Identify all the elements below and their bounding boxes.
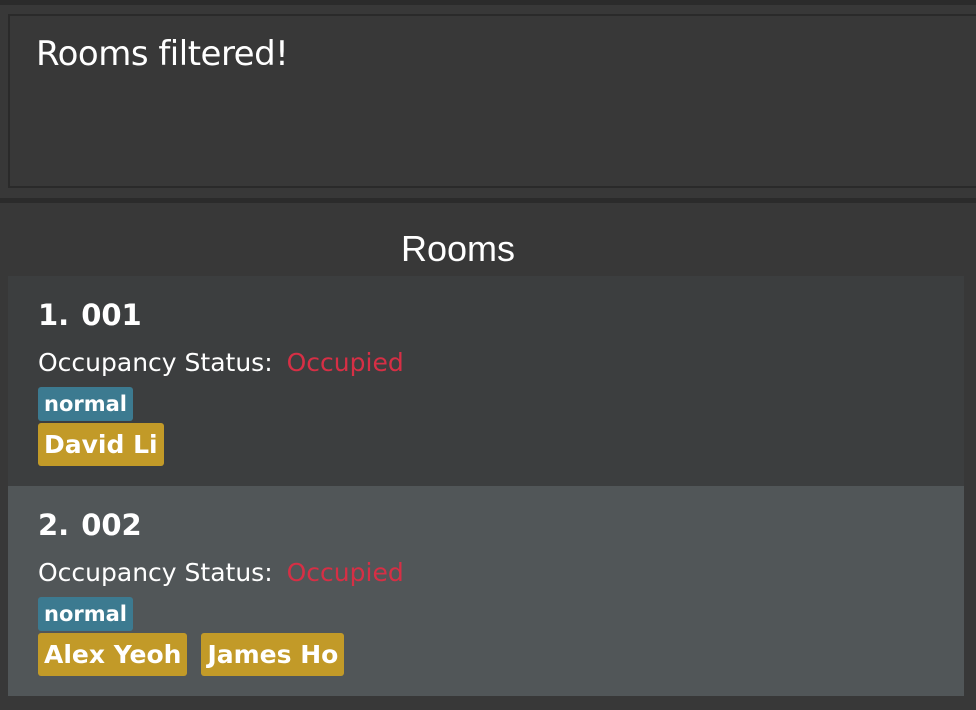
room-title: 2. 002 bbox=[38, 508, 142, 542]
room-number: 002 bbox=[81, 508, 142, 542]
guest-tag: Alex Yeoh bbox=[38, 633, 188, 676]
room-index: 1. bbox=[38, 298, 70, 332]
room-card-selected[interactable]: 2. 002 Occupancy Status: Occupied normal A… bbox=[8, 486, 964, 696]
top-divider bbox=[0, 0, 976, 5]
occupancy-status-label: Occupancy Status: bbox=[38, 558, 273, 587]
result-message: Rooms filtered! bbox=[36, 34, 289, 74]
panel-divider[interactable] bbox=[0, 198, 976, 203]
guest-tag: James Ho bbox=[201, 633, 345, 676]
guest-tags: Alex Yeoh James Ho bbox=[38, 633, 345, 676]
guest-tag: David Li bbox=[38, 423, 164, 466]
occupancy-status: Occupancy Status: Occupied bbox=[38, 558, 404, 587]
result-display: Rooms filtered! bbox=[8, 14, 976, 188]
room-index: 2. bbox=[38, 508, 70, 542]
rooms-panel-title: Rooms bbox=[400, 228, 516, 269]
room-type-tag: normal bbox=[38, 597, 133, 631]
occupancy-status-value: Occupied bbox=[286, 348, 404, 377]
room-card[interactable]: 1. 001 Occupancy Status: Occupied normal D… bbox=[8, 276, 964, 486]
occupancy-status-label: Occupancy Status: bbox=[38, 348, 273, 377]
occupancy-status-value: Occupied bbox=[286, 558, 404, 587]
room-type-tag: normal bbox=[38, 387, 133, 421]
guest-tags: David Li bbox=[38, 423, 164, 466]
room-title: 1. 001 bbox=[38, 298, 142, 332]
occupancy-status: Occupancy Status: Occupied bbox=[38, 348, 404, 377]
room-number: 001 bbox=[81, 298, 142, 332]
